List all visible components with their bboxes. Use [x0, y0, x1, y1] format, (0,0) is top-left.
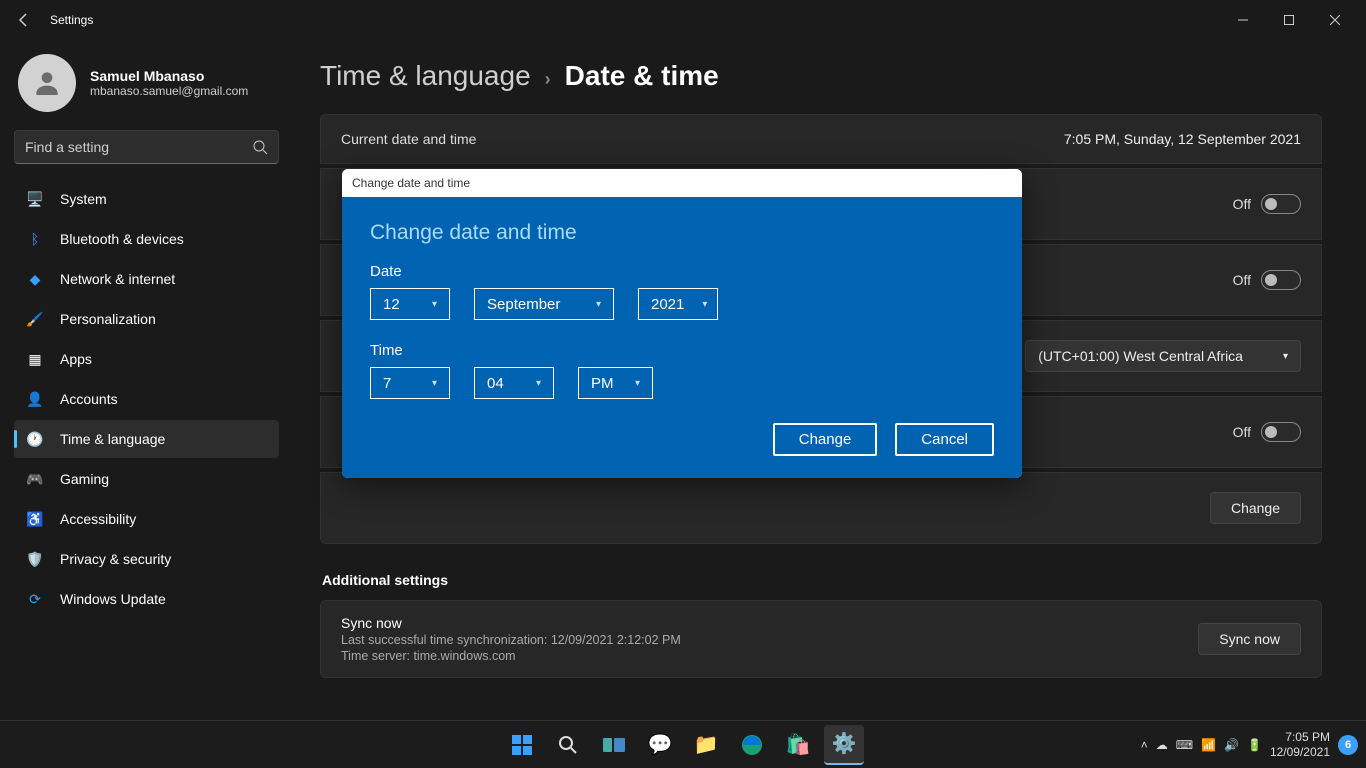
- chevron-down-icon: ▾: [432, 299, 437, 310]
- taskbar-settings[interactable]: ⚙️: [824, 725, 864, 765]
- nav-bluetooth[interactable]: ᛒBluetooth & devices: [14, 220, 279, 258]
- chevron-right-icon: ›: [545, 69, 551, 90]
- sync-now-button[interactable]: Sync now: [1198, 623, 1301, 655]
- toggle-1[interactable]: [1261, 194, 1301, 214]
- additional-settings-header: Additional settings: [322, 572, 1322, 588]
- dialog-title: Change date and time: [370, 221, 994, 245]
- chevron-down-icon: ▾: [596, 299, 601, 310]
- window-controls: [1220, 4, 1358, 36]
- taskbar-taskview[interactable]: [594, 725, 634, 765]
- profile[interactable]: Samuel Mbanaso mbanaso.samuel@gmail.com: [14, 50, 296, 130]
- maximize-button[interactable]: [1266, 4, 1312, 36]
- taskbar-store[interactable]: 🛍️: [778, 725, 818, 765]
- taskbar-explorer[interactable]: 📁: [686, 725, 726, 765]
- breadcrumb-current: Date & time: [565, 60, 719, 92]
- shield-icon: 🛡️: [26, 550, 44, 568]
- chevron-down-icon: ▾: [702, 299, 707, 310]
- date-label: Date: [370, 263, 994, 280]
- taskbar: 💬 📁 🛍️ ⚙️ ˄ ☁ ⌨ 📶 🔊 🔋 7:05 PM 12/09/2021…: [0, 720, 1366, 768]
- onedrive-icon[interactable]: ☁: [1156, 738, 1168, 752]
- gaming-icon: 🎮: [26, 470, 44, 488]
- nav-privacy[interactable]: 🛡️Privacy & security: [14, 540, 279, 578]
- current-datetime-label: Current date and time: [341, 131, 476, 147]
- update-icon: ⟳: [26, 590, 44, 608]
- nav-accounts[interactable]: 👤Accounts: [14, 380, 279, 418]
- accessibility-icon: ♿: [26, 510, 44, 528]
- chevron-down-icon: ▾: [635, 378, 640, 389]
- brush-icon: 🖌️: [26, 310, 44, 328]
- taskbar-edge[interactable]: [732, 725, 772, 765]
- sync-server: Time server: time.windows.com: [341, 649, 681, 663]
- minute-select[interactable]: 04▾: [474, 367, 554, 399]
- taskbar-center: 💬 📁 🛍️ ⚙️: [502, 725, 864, 765]
- nav-update[interactable]: ⟳Windows Update: [14, 580, 279, 618]
- chevron-down-icon: ▾: [432, 378, 437, 389]
- change-button[interactable]: Change: [1210, 492, 1301, 524]
- clock-icon: 🕐: [26, 430, 44, 448]
- volume-icon[interactable]: 🔊: [1224, 738, 1239, 752]
- sidebar: Samuel Mbanaso mbanaso.samuel@gmail.com …: [0, 40, 296, 720]
- breadcrumb: Time & language › Date & time: [320, 60, 1322, 92]
- tray-chevron-icon[interactable]: ˄: [1141, 738, 1148, 752]
- wifi-tray-icon[interactable]: 📶: [1201, 738, 1216, 752]
- search-placeholder: Find a setting: [25, 139, 252, 155]
- nav-gaming[interactable]: 🎮Gaming: [14, 460, 279, 498]
- current-datetime-panel: Current date and time 7:05 PM, Sunday, 1…: [320, 114, 1322, 164]
- sync-title: Sync now: [341, 615, 681, 631]
- profile-email: mbanaso.samuel@gmail.com: [90, 84, 248, 98]
- nav-network[interactable]: ◆Network & internet: [14, 260, 279, 298]
- nav-system[interactable]: 🖥️System: [14, 180, 279, 218]
- change-datetime-dialog: Change date and time Change date and tim…: [342, 169, 1022, 478]
- search-icon: [252, 139, 268, 155]
- dialog-header: Change date and time: [342, 169, 1022, 197]
- notification-badge[interactable]: 6: [1338, 735, 1358, 755]
- dialog-cancel-button[interactable]: Cancel: [895, 423, 994, 456]
- day-select[interactable]: 12▾: [370, 288, 450, 320]
- start-button[interactable]: [502, 725, 542, 765]
- search-input[interactable]: Find a setting: [14, 130, 279, 164]
- current-datetime-value: 7:05 PM, Sunday, 12 September 2021: [1064, 131, 1301, 147]
- timezone-select[interactable]: (UTC+01:00) West Central Africa ▾: [1025, 340, 1301, 372]
- back-button[interactable]: [8, 4, 40, 36]
- toggle-2[interactable]: [1261, 270, 1301, 290]
- keyboard-icon[interactable]: ⌨: [1176, 738, 1193, 752]
- avatar: [18, 54, 76, 112]
- toggle-3[interactable]: [1261, 422, 1301, 442]
- apps-icon: ▦: [26, 350, 44, 368]
- minimize-button[interactable]: [1220, 4, 1266, 36]
- chevron-down-icon: ▾: [536, 378, 541, 389]
- nav-apps[interactable]: ▦Apps: [14, 340, 279, 378]
- close-button[interactable]: [1312, 4, 1358, 36]
- profile-name: Samuel Mbanaso: [90, 68, 248, 84]
- taskbar-search[interactable]: [548, 725, 588, 765]
- nav-accessibility[interactable]: ♿Accessibility: [14, 500, 279, 538]
- change-row: Change: [320, 472, 1322, 544]
- breadcrumb-parent[interactable]: Time & language: [320, 60, 531, 92]
- titlebar: Settings: [0, 0, 1366, 40]
- taskbar-tray: ˄ ☁ ⌨ 📶 🔊 🔋 7:05 PM 12/09/2021 6: [1141, 730, 1366, 759]
- arrow-left-icon: [16, 12, 32, 28]
- dialog-change-button[interactable]: Change: [773, 423, 878, 456]
- battery-icon[interactable]: 🔋: [1247, 738, 1262, 752]
- ampm-select[interactable]: PM▾: [578, 367, 653, 399]
- month-select[interactable]: September▾: [474, 288, 614, 320]
- time-label: Time: [370, 342, 994, 359]
- nav-personalization[interactable]: 🖌️Personalization: [14, 300, 279, 338]
- chevron-down-icon: ▾: [1283, 351, 1288, 362]
- taskbar-clock[interactable]: 7:05 PM 12/09/2021: [1270, 730, 1330, 759]
- account-icon: 👤: [26, 390, 44, 408]
- display-icon: 🖥️: [26, 190, 44, 208]
- year-select[interactable]: 2021▾: [638, 288, 718, 320]
- wifi-icon: ◆: [26, 270, 44, 288]
- sync-last: Last successful time synchronization: 12…: [341, 633, 681, 647]
- hour-select[interactable]: 7▾: [370, 367, 450, 399]
- sync-panel: Sync now Last successful time synchroniz…: [320, 600, 1322, 678]
- taskbar-chat[interactable]: 💬: [640, 725, 680, 765]
- window-title: Settings: [40, 13, 93, 27]
- person-icon: [31, 67, 63, 99]
- nav: 🖥️System ᛒBluetooth & devices ◆Network &…: [14, 180, 296, 618]
- nav-time-language[interactable]: 🕐Time & language: [14, 420, 279, 458]
- bluetooth-icon: ᛒ: [26, 230, 44, 248]
